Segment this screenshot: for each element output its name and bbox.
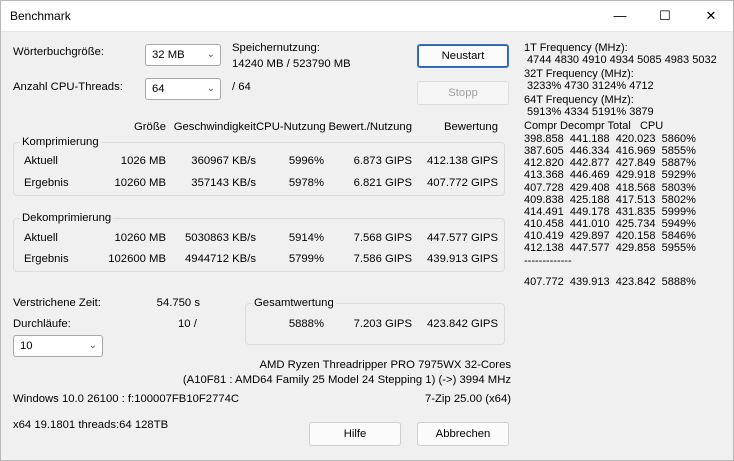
cpu-cell: 5914% [288, 232, 324, 244]
passes-select-value: 10 [20, 340, 33, 352]
maximize-icon: ☐ [659, 7, 671, 23]
results-line: Compr Decompr Total CPU [524, 120, 664, 132]
help-button[interactable]: Hilfe [309, 422, 401, 446]
chevron-down-icon: ⌄ [206, 83, 215, 94]
passes-value: 10 / [178, 318, 197, 330]
rating-cell: 412.138 GIPS [427, 155, 498, 167]
results-line: 407.772 439.913 423.842 5888% [524, 276, 696, 288]
rating-cell: 447.577 GIPS [427, 232, 498, 244]
minimize-button[interactable]: — [597, 0, 643, 31]
total-cpu: 5888% [288, 318, 324, 330]
title-bar: Benchmark — ☐ ✕ [0, 0, 734, 32]
col-size: Größe [133, 121, 166, 133]
size-cell: 10260 MB [114, 232, 167, 244]
close-icon: ✕ [705, 7, 717, 23]
cpu-cell: 5799% [288, 253, 324, 265]
cancel-button[interactable]: Abbrechen [417, 422, 509, 446]
dict-size-value: 32 MB [152, 49, 185, 61]
rpu-cell: 7.568 GIPS [353, 232, 412, 244]
close-button[interactable]: ✕ [688, 0, 734, 31]
results-line: 3233% 4730 3124% 4712 [524, 80, 654, 92]
os-info: Windows 10.0 26100 : f:100007FB10F2774C [13, 393, 240, 405]
rating-cell: 439.913 GIPS [427, 253, 498, 265]
col-rating: Bewertung [443, 121, 498, 133]
speed-cell: 360967 KB/s [191, 155, 256, 167]
version-info: 7-Zip 25.00 (x64) [424, 393, 511, 405]
results-line: 4744 4830 4910 4934 5085 4983 5032 [524, 54, 717, 66]
total-rating: 423.842 GIPS [427, 318, 498, 330]
total-rpu: 7.203 GIPS [353, 318, 412, 330]
total-rating-title: Gesamtwertung [252, 297, 336, 309]
compression-title: Komprimierung [20, 136, 101, 148]
elapsed-label: Verstrichene Zeit: [13, 297, 101, 309]
restart-button[interactable]: Neustart [417, 44, 509, 68]
threads-label: Anzahl CPU-Threads: [13, 81, 123, 93]
rpu-cell: 6.873 GIPS [353, 155, 412, 167]
threads-total: / 64 [232, 81, 251, 93]
speed-cell: 357143 KB/s [191, 177, 256, 189]
row-label: Ergebnis [24, 253, 69, 265]
passes-label: Durchläufe: [13, 318, 71, 330]
memory-label: Speichernutzung: [232, 42, 320, 54]
chevron-down-icon: ⌄ [88, 340, 97, 351]
row-label: Ergebnis [24, 177, 69, 189]
threads-value: 64 [152, 83, 165, 95]
results-line: 413.368 446.469 429.918 5929% [524, 169, 696, 181]
decompression-title: Dekomprimierung [20, 212, 114, 224]
speed-cell: 4944712 KB/s [185, 253, 256, 265]
size-cell: 102600 MB [108, 253, 166, 265]
window-title: Benchmark [10, 9, 71, 23]
speed-cell: 5030863 KB/s [185, 232, 256, 244]
rating-cell: 407.772 GIPS [427, 177, 498, 189]
cpu-name: AMD Ryzen Threadripper PRO 7975WX 32-Cor… [259, 359, 511, 371]
elapsed-value: 54.750 s [156, 297, 200, 309]
size-cell: 10260 MB [114, 177, 167, 189]
rpu-cell: 6.821 GIPS [353, 177, 412, 189]
dict-size-select[interactable]: 32 MB ⌄ [145, 44, 221, 66]
cpu-cell: 5996% [288, 155, 324, 167]
chevron-down-icon: ⌄ [206, 49, 215, 60]
memory-value: 14240 MB / 523790 MB [232, 58, 351, 70]
row-label: Aktuell [24, 155, 58, 167]
threads-select[interactable]: 64 ⌄ [145, 78, 221, 100]
build-info: x64 19.1801 threads:64 128TB [13, 419, 169, 431]
results-line: ------------- [524, 255, 572, 267]
stop-button[interactable]: Stopp [417, 81, 509, 105]
rpu-cell: 7.586 GIPS [353, 253, 412, 265]
maximize-button[interactable]: ☐ [642, 0, 688, 31]
results-line: 412.138 447.577 429.858 5955% [524, 242, 696, 254]
col-rating-per-usage: Bewert./Nutzung [328, 121, 412, 133]
size-cell: 1026 MB [120, 155, 166, 167]
passes-select[interactable]: 10 ⌄ [13, 335, 103, 357]
cpu-details: (A10F81 : AMD64 Family 25 Model 24 Stepp… [182, 374, 511, 386]
results-line: 5913% 4334 5191% 3879 [524, 106, 654, 118]
col-speed: Geschwindigkeit [173, 121, 256, 133]
cpu-cell: 5978% [288, 177, 324, 189]
col-cpu: CPU-Nutzung [256, 121, 326, 133]
minimize-icon: — [613, 8, 627, 23]
dict-size-label: Wörterbuchgröße: [13, 46, 105, 58]
row-label: Aktuell [24, 232, 58, 244]
